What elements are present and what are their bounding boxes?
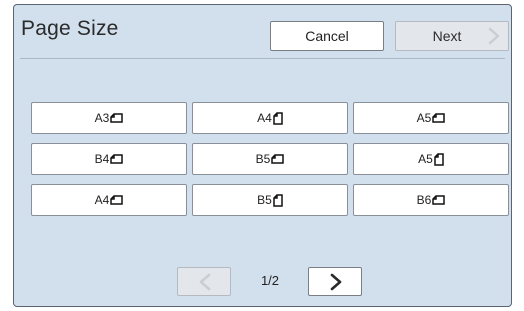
page-size-label: A4: [257, 111, 272, 125]
portrait-orientation-icon: [273, 193, 283, 207]
landscape-orientation-icon: [432, 113, 446, 123]
page-size-button[interactable]: B5: [192, 143, 348, 175]
next-page-button[interactable]: [308, 267, 362, 296]
page-size-button[interactable]: A4: [31, 184, 187, 216]
page-size-label: A5: [416, 111, 432, 125]
page-size-button[interactable]: A5: [353, 102, 509, 134]
landscape-orientation-icon: [110, 113, 124, 123]
landscape-orientation-icon: [432, 195, 446, 205]
chevron-right-icon: [330, 273, 342, 291]
page-size-button[interactable]: A5: [353, 143, 509, 175]
page-size-label: A3: [94, 111, 110, 125]
dialog-header: Page Size Cancel Next: [14, 5, 511, 57]
cancel-button[interactable]: Cancel: [270, 21, 384, 51]
chevron-right-icon: [488, 27, 500, 45]
portrait-orientation-icon: [434, 152, 444, 166]
page-size-button[interactable]: B4: [31, 143, 187, 175]
page-size-button[interactable]: A3: [31, 102, 187, 134]
page-size-label: A4: [94, 193, 110, 207]
page-size-button[interactable]: B6: [353, 184, 509, 216]
chevron-left-icon: [199, 273, 211, 291]
page-indicator: 1/2: [260, 273, 280, 288]
header-divider: [20, 58, 505, 59]
next-button[interactable]: Next: [395, 21, 509, 51]
cancel-button-label: Cancel: [305, 28, 349, 44]
page-size-label: B4: [94, 152, 110, 166]
portrait-orientation-icon: [273, 111, 283, 125]
page-size-dialog: Page Size Cancel Next A3 A4 A5 B4 B5 A5 A4 B5 B6…: [13, 4, 512, 307]
page-size-button[interactable]: B5: [192, 184, 348, 216]
previous-page-button[interactable]: [177, 267, 231, 296]
page-size-label: B6: [416, 193, 432, 207]
landscape-orientation-icon: [110, 154, 124, 164]
landscape-orientation-icon: [271, 154, 285, 164]
page-size-label: A5: [418, 152, 433, 166]
page-size-button[interactable]: A4: [192, 102, 348, 134]
page-size-label: B5: [257, 193, 272, 207]
page-title: Page Size: [21, 17, 119, 40]
landscape-orientation-icon: [110, 195, 124, 205]
page-size-label: B5: [255, 152, 271, 166]
next-button-label: Next: [432, 28, 462, 44]
